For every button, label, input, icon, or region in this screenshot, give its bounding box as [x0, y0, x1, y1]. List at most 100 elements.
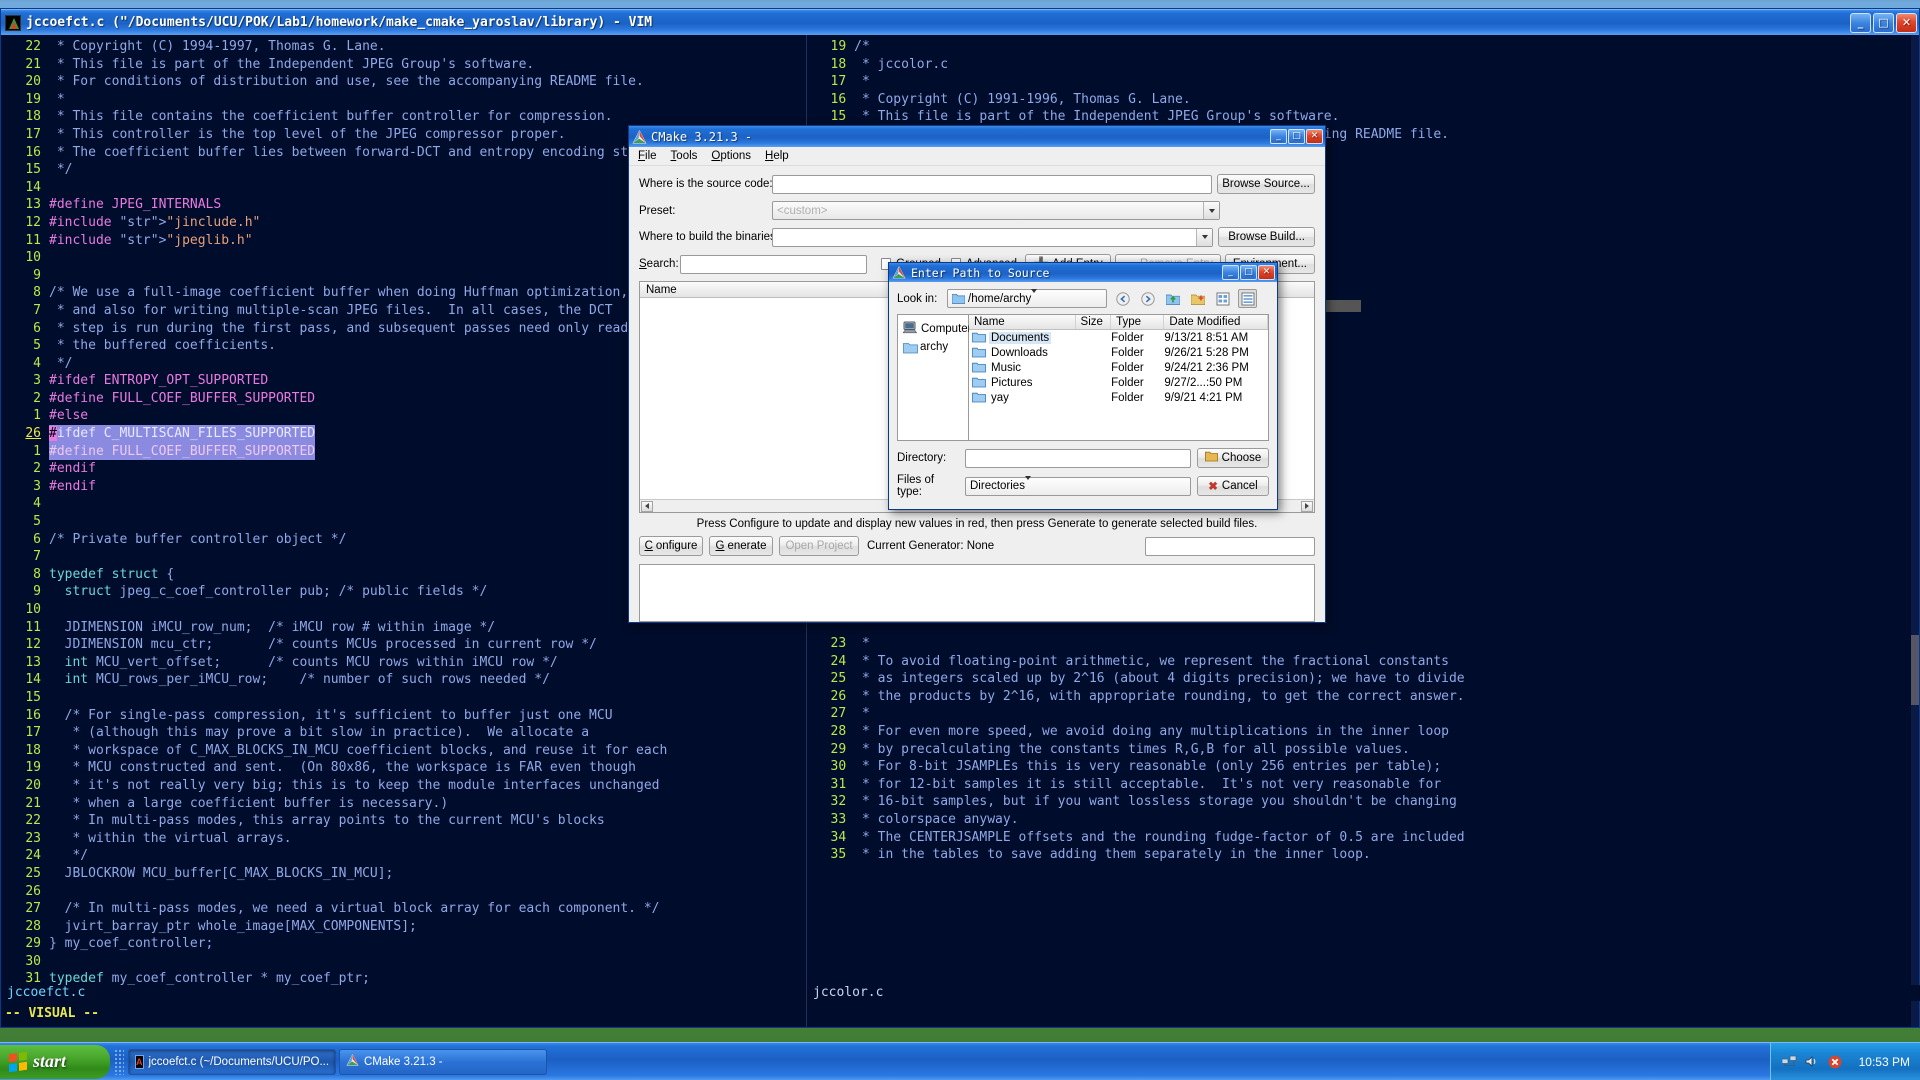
cmake-maximize-button[interactable]: □: [1288, 129, 1305, 144]
file-name-cell[interactable]: yay: [969, 392, 1076, 404]
menu-help[interactable]: Help: [765, 150, 789, 162]
menu-options[interactable]: Options: [711, 150, 751, 162]
vim-right-code-bottom[interactable]: 23 * 24 * To avoid floating-point arithme…: [806, 632, 1919, 864]
sidebar-item-computer[interactable]: Computer: [901, 319, 972, 339]
code-line[interactable]: 13 int MCU_vert_offset; /* counts MCU ro…: [1, 654, 805, 672]
chevron-down-icon[interactable]: [1024, 476, 1031, 492]
file-dialog-maximize-button[interactable]: □: [1240, 265, 1257, 280]
file-name-cell[interactable]: Documents: [969, 331, 1076, 344]
vim-maximize-button[interactable]: □: [1873, 12, 1894, 33]
cancel-button[interactable]: ✖ Cancel: [1197, 476, 1269, 496]
file-dialog-minimize-button[interactable]: _: [1222, 265, 1239, 280]
code-line[interactable]: 30: [1, 953, 805, 971]
code-line[interactable]: 24 */: [1, 847, 805, 865]
code-line[interactable]: 28 * For even more speed, we avoid doing…: [806, 723, 1919, 741]
taskbar-item-cmake[interactable]: CMake 3.21.3 -: [339, 1048, 547, 1075]
taskbar-grip[interactable]: [114, 1048, 124, 1075]
code-line[interactable]: 31 * for 12-bit samples it is still acce…: [806, 776, 1919, 794]
code-line[interactable]: 33 * colorspace anyway.: [806, 811, 1919, 829]
code-line[interactable]: 15: [1, 689, 805, 707]
menu-tools[interactable]: Tools: [671, 150, 698, 162]
file-dialog-close-button[interactable]: ✕: [1258, 265, 1275, 280]
code-line[interactable]: 26 * the products by 2^16, with appropri…: [806, 688, 1919, 706]
search-input[interactable]: [679, 254, 868, 274]
code-line[interactable]: 18 * This file contains the coefficient …: [1, 108, 805, 126]
code-line[interactable]: 28 jvirt_barray_ptr whole_image[MAX_COMP…: [1, 918, 805, 936]
file-list-row[interactable]: Music Folder 9/24/21 2:36 PM: [969, 360, 1268, 375]
code-line[interactable]: 18 * workspace of C_MAX_BLOCKS_IN_MCU co…: [1, 742, 805, 760]
code-line[interactable]: 20 * it's not really very big; this is t…: [1, 777, 805, 795]
code-line[interactable]: 12 JDIMENSION mcu_ctr; /* counts MCUs pr…: [1, 636, 805, 654]
chevron-down-icon[interactable]: [1203, 202, 1219, 219]
forward-icon[interactable]: [1138, 289, 1157, 308]
cmake-minimize-button[interactable]: _: [1270, 129, 1287, 144]
code-line[interactable]: 21 * when a large coefficient buffer is …: [1, 795, 805, 813]
taskbar-clock[interactable]: 10:53 PM: [1859, 1055, 1910, 1069]
open-project-button[interactable]: Open Project: [779, 536, 859, 556]
generate-button[interactable]: Generate: [709, 536, 773, 556]
sidebar-item-archy[interactable]: archy: [901, 339, 965, 355]
volume-icon[interactable]: [1804, 1054, 1820, 1070]
chevron-down-icon[interactable]: [1031, 288, 1038, 305]
file-list-column-header[interactable]: Name: [969, 315, 1076, 329]
code-line[interactable]: 22 * In multi-pass modes, this array poi…: [1, 812, 805, 830]
configure-button[interactable]: Configure: [639, 536, 703, 556]
look-in-combo[interactable]: /home/archy: [947, 288, 1107, 308]
file-name-cell[interactable]: Pictures: [969, 377, 1076, 389]
code-line[interactable]: 19 /*: [806, 38, 1919, 56]
vim-scrollbar-thumb[interactable]: [1911, 635, 1919, 705]
parent-dir-icon[interactable]: [1163, 289, 1182, 308]
code-line[interactable]: 19 * MCU constructed and sent. (On 80x86…: [1, 759, 805, 777]
list-view-icon[interactable]: [1213, 289, 1232, 308]
code-line[interactable]: 17 * (although this may prove a bit slow…: [1, 724, 805, 742]
source-code-input[interactable]: [772, 174, 1212, 194]
file-name-cell[interactable]: Music: [969, 362, 1076, 374]
file-list-row[interactable]: Downloads Folder 9/26/21 5:28 PM: [969, 345, 1268, 360]
vim-minimize-button[interactable]: _: [1850, 12, 1871, 33]
cmake-close-button[interactable]: ✕: [1306, 129, 1323, 144]
cmake-output-log[interactable]: [639, 564, 1315, 622]
code-line[interactable]: 32 * 16-bit samples, but if you want los…: [806, 793, 1919, 811]
file-list-column-header[interactable]: Date Modified: [1164, 315, 1268, 329]
vim-close-button[interactable]: ✕: [1896, 12, 1917, 33]
file-list-row[interactable]: yay Folder 9/9/21 4:21 PM: [969, 390, 1268, 405]
code-line[interactable]: 18 * jccolor.c: [806, 56, 1919, 74]
code-line[interactable]: 27 *: [806, 705, 1919, 723]
code-line[interactable]: 35 * in the tables to save adding them s…: [806, 846, 1919, 864]
preset-combo[interactable]: <custom>: [772, 201, 1220, 220]
chevron-down-icon[interactable]: [1196, 228, 1213, 246]
code-line[interactable]: 24 * To avoid floating-point arithmetic,…: [806, 653, 1919, 671]
code-line[interactable]: 16 * Copyright (C) 1991-1996, Thomas G. …: [806, 91, 1919, 109]
network-icon[interactable]: [1781, 1054, 1797, 1070]
directory-input[interactable]: [965, 448, 1191, 468]
file-list-header[interactable]: Name Size Type Date Modified: [969, 315, 1268, 330]
file-list[interactable]: Name Size Type Date Modified Documents Folde…: [969, 314, 1269, 441]
file-name-cell[interactable]: Downloads: [969, 347, 1076, 359]
code-line[interactable]: 16 /* For single-pass compression, it's …: [1, 707, 805, 725]
build-binaries-combo[interactable]: [772, 227, 1214, 247]
code-line[interactable]: 15 * This file is part of the Independen…: [806, 108, 1919, 126]
code-line[interactable]: 21 * This file is part of the Independen…: [1, 56, 805, 74]
code-line[interactable]: 23 *: [806, 635, 1919, 653]
menu-file[interactable]: File: [638, 150, 657, 162]
file-list-row[interactable]: Pictures Folder 9/27/2...:50 PM: [969, 375, 1268, 390]
code-line[interactable]: 29 * by precalculating the constants tim…: [806, 741, 1919, 759]
choose-button[interactable]: Choose: [1197, 448, 1269, 468]
file-list-rows[interactable]: Documents Folder 9/13/21 8:51 AM Downloads F…: [969, 330, 1268, 405]
code-line[interactable]: 19 *: [1, 91, 805, 109]
code-line[interactable]: 29} my_coef_controller;: [1, 935, 805, 953]
code-line[interactable]: 34 * The CENTERJSAMPLE offsets and the r…: [806, 829, 1919, 847]
code-line[interactable]: 14 int MCU_rows_per_iMCU_row; /* number …: [1, 671, 805, 689]
file-list-column-header[interactable]: Size: [1076, 315, 1112, 329]
files-of-type-combo[interactable]: Directories: [965, 476, 1191, 496]
file-list-row[interactable]: Documents Folder 9/13/21 8:51 AM: [969, 330, 1268, 345]
taskbar-item-vim[interactable]: A jccoefct.c (~/Documents/UCU/PO...: [128, 1048, 336, 1075]
code-line[interactable]: 17 *: [806, 73, 1919, 91]
code-line[interactable]: 27 /* In multi-pass modes, we need a vir…: [1, 900, 805, 918]
file-dialog-sidebar[interactable]: Computer archy: [897, 314, 972, 441]
code-line[interactable]: 26: [1, 883, 805, 901]
code-line[interactable]: 23 * within the virtual arrays.: [1, 830, 805, 848]
code-line[interactable]: 25 JBLOCKROW MCU_buffer[C_MAX_BLOCKS_IN_…: [1, 865, 805, 883]
vim-scrollbar[interactable]: [1911, 35, 1919, 1027]
scroll-right-icon[interactable]: [1301, 500, 1313, 512]
